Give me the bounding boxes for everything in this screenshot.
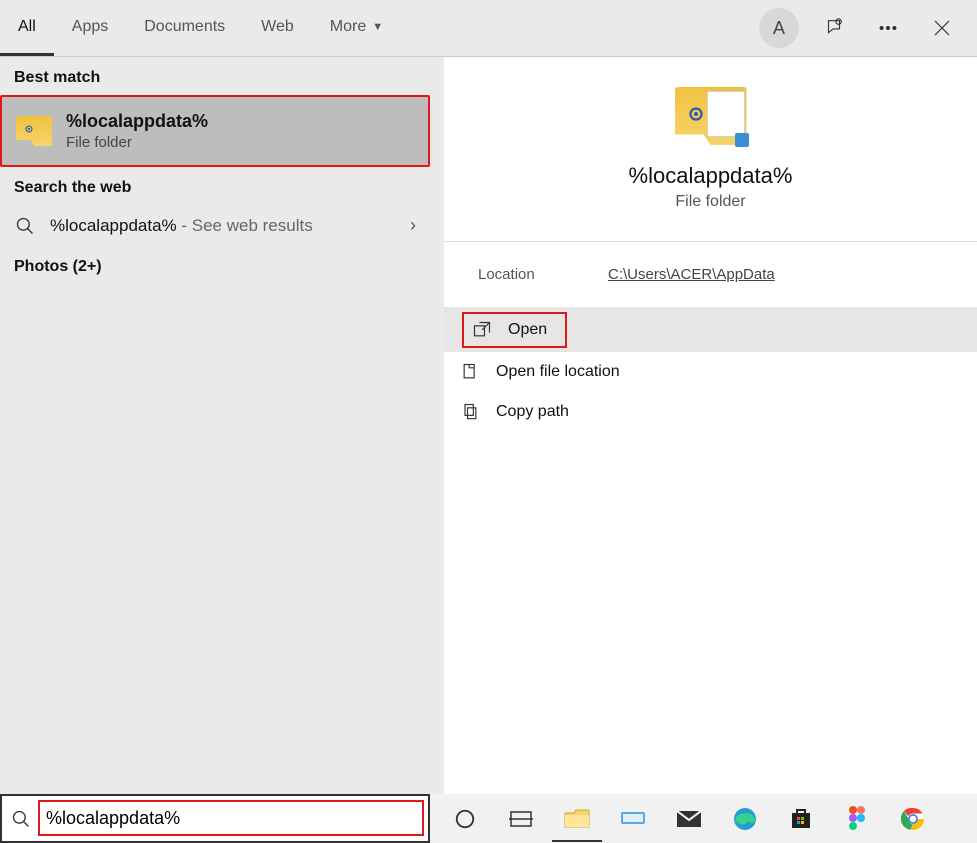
search-content: Best match %localappdata% File folder Se…: [0, 57, 977, 794]
tab-more-label: More: [330, 18, 366, 36]
microsoft-store-icon[interactable]: [776, 796, 826, 842]
web-result-row[interactable]: %localappdata% - See web results ›: [0, 205, 430, 246]
location-value[interactable]: C:\Users\ACER\AppData: [608, 266, 775, 283]
tab-documents[interactable]: Documents: [126, 0, 243, 56]
tab-more[interactable]: More ▼: [312, 0, 401, 56]
folder-icon: [675, 87, 747, 145]
user-avatar[interactable]: A: [759, 8, 799, 48]
feedback-icon[interactable]: [807, 0, 861, 56]
web-result-suffix: - See web results: [177, 216, 313, 235]
best-match-subtitle: File folder: [66, 134, 208, 151]
best-match-header: Best match: [0, 57, 430, 95]
results-pane: Best match %localappdata% File folder Se…: [0, 57, 430, 794]
web-result-text: %localappdata% - See web results: [50, 216, 396, 236]
keyboard-app-icon[interactable]: [608, 796, 658, 842]
bottom-bar: [0, 794, 977, 843]
file-explorer-icon[interactable]: [552, 796, 602, 842]
preview-pane: %localappdata% File folder Location C:\U…: [444, 57, 977, 794]
cortana-icon[interactable]: [440, 796, 490, 842]
figma-icon[interactable]: [832, 796, 882, 842]
taskbar: [430, 794, 977, 843]
tab-web[interactable]: Web: [243, 0, 312, 56]
pane-divider: [430, 57, 444, 794]
preview-title: %localappdata%: [464, 163, 957, 189]
search-window: All Apps Documents Web More ▼ A Best mat…: [0, 0, 977, 843]
tab-apps[interactable]: Apps: [54, 0, 126, 56]
edge-icon[interactable]: [720, 796, 770, 842]
search-input[interactable]: [46, 808, 416, 829]
chevron-right-icon: ›: [410, 215, 416, 236]
copy-icon: [460, 402, 480, 422]
best-match-text: %localappdata% File folder: [66, 111, 208, 151]
mail-icon[interactable]: [664, 796, 714, 842]
more-options-icon[interactable]: [861, 0, 915, 56]
search-icon: [4, 798, 38, 839]
search-box[interactable]: [0, 794, 430, 843]
preview-subtitle: File folder: [464, 193, 957, 211]
best-match-title: %localappdata%: [66, 111, 208, 132]
action-copy-path[interactable]: Copy path: [444, 392, 977, 432]
folder-open-location-icon: [460, 362, 480, 382]
close-icon[interactable]: [915, 0, 969, 56]
photos-header[interactable]: Photos (2+): [0, 246, 430, 284]
action-open-file-location[interactable]: Open file location: [444, 352, 977, 392]
search-web-header: Search the web: [0, 167, 430, 205]
search-icon: [14, 216, 36, 236]
chrome-icon[interactable]: [888, 796, 938, 842]
web-result-query: %localappdata%: [50, 216, 177, 235]
location-label: Location: [478, 266, 608, 283]
location-row: Location C:\Users\ACER\AppData: [444, 242, 977, 308]
chevron-down-icon: ▼: [372, 21, 383, 33]
open-icon: [472, 320, 492, 340]
action-open-file-location-label: Open file location: [496, 363, 620, 381]
action-open-row[interactable]: Open: [444, 308, 977, 352]
action-open-label: Open: [508, 321, 547, 339]
best-match-result[interactable]: %localappdata% File folder: [0, 95, 430, 167]
folder-icon: [16, 116, 52, 146]
task-view-icon[interactable]: [496, 796, 546, 842]
action-copy-path-label: Copy path: [496, 403, 569, 421]
tab-all[interactable]: All: [0, 0, 54, 56]
search-scope-tabs: All Apps Documents Web More ▼ A: [0, 0, 977, 57]
